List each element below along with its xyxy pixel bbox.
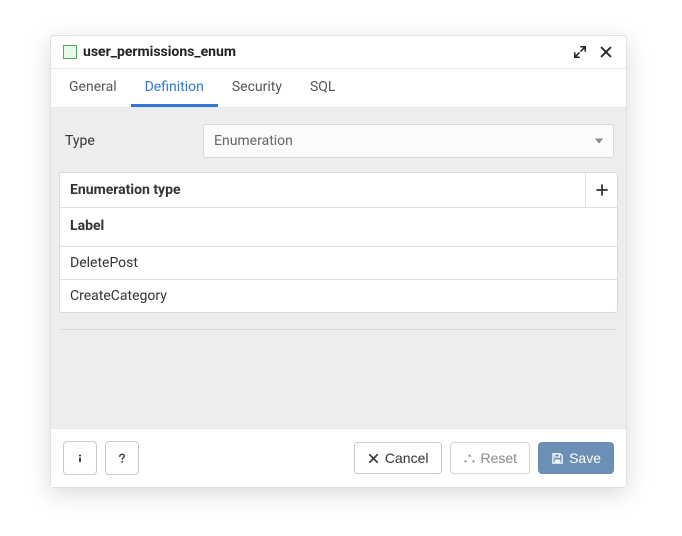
type-select[interactable]: Enumeration xyxy=(203,124,614,158)
chevron-down-icon xyxy=(595,139,603,144)
tab-bar: General Definition Security SQL xyxy=(51,69,626,108)
dialog-header: user_permissions_enum xyxy=(51,36,626,69)
type-select-value: Enumeration xyxy=(214,133,293,149)
add-enum-button[interactable] xyxy=(585,173,617,207)
cancel-button[interactable]: Cancel xyxy=(354,442,442,474)
type-row: Type Enumeration xyxy=(59,118,618,172)
type-icon xyxy=(63,45,77,59)
close-icon xyxy=(599,45,613,59)
recycle-icon xyxy=(463,452,476,465)
enum-row[interactable]: CreateCategory xyxy=(60,280,617,312)
close-icon xyxy=(367,452,380,465)
dialog-footer: Cancel Reset Save xyxy=(51,428,626,487)
enum-row[interactable]: DeletePost xyxy=(60,247,617,280)
tab-security[interactable]: Security xyxy=(218,69,296,107)
reset-label: Reset xyxy=(481,450,518,466)
info-icon xyxy=(74,452,86,465)
save-label: Save xyxy=(569,450,601,466)
type-label: Type xyxy=(63,133,203,149)
tab-definition[interactable]: Definition xyxy=(131,69,218,107)
tab-general[interactable]: General xyxy=(55,69,131,107)
plus-icon xyxy=(596,184,608,196)
enumeration-title: Enumeration type xyxy=(60,173,585,207)
help-button[interactable] xyxy=(105,441,139,475)
info-button[interactable] xyxy=(63,441,97,475)
enumeration-header: Enumeration type xyxy=(60,173,617,208)
divider xyxy=(61,329,616,330)
enum-column-header: Label xyxy=(60,208,617,247)
header-actions xyxy=(572,44,614,60)
question-icon xyxy=(116,452,128,465)
close-button[interactable] xyxy=(598,44,614,60)
expand-icon xyxy=(573,45,587,59)
cancel-label: Cancel xyxy=(385,450,429,466)
maximize-button[interactable] xyxy=(572,44,588,60)
save-icon xyxy=(551,452,564,465)
definition-panel: Type Enumeration Enumeration type Label … xyxy=(51,108,626,428)
type-dialog: user_permissions_enum General Definition… xyxy=(50,35,627,488)
enumeration-panel: Enumeration type Label DeletePost Create… xyxy=(59,172,618,313)
tab-sql[interactable]: SQL xyxy=(296,69,349,107)
save-button[interactable]: Save xyxy=(538,442,614,474)
dialog-title: user_permissions_enum xyxy=(83,44,572,60)
reset-button[interactable]: Reset xyxy=(450,442,531,474)
